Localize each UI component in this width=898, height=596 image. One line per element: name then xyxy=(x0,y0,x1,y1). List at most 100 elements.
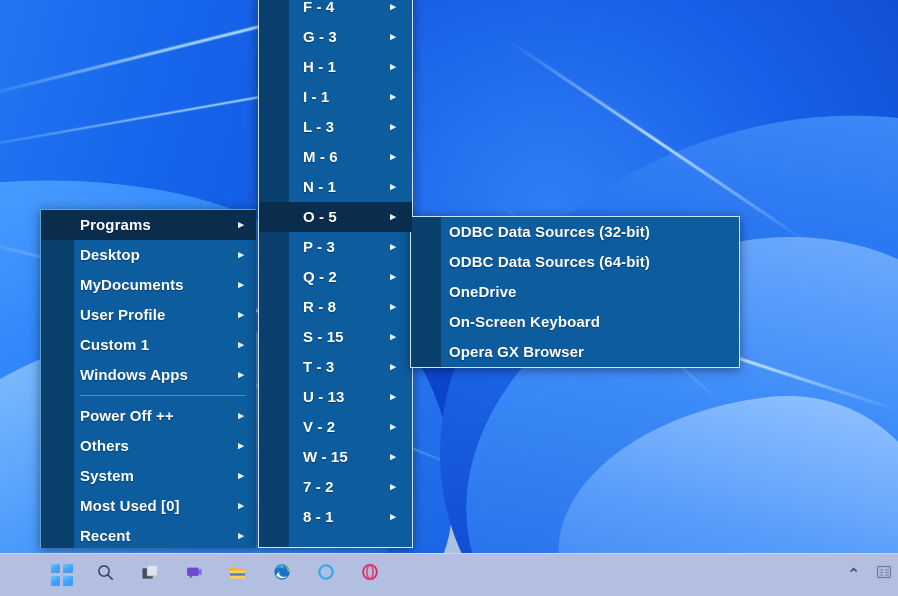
menu-item-opera-gx-browser[interactable]: Opera GX Browser xyxy=(411,337,739,367)
submenu-arrow-icon: ▸ xyxy=(390,330,396,343)
menu-item-t-3[interactable]: T - 3 ▸ xyxy=(259,352,412,382)
menu-item-v-2[interactable]: V - 2 ▸ xyxy=(259,412,412,442)
menu-item-s-15[interactable]: S - 15 ▸ xyxy=(259,322,412,352)
menu-item-label: Windows Apps xyxy=(80,366,189,384)
menu-item-o-5[interactable]: O - 5 ▸ xyxy=(259,202,412,232)
menu-item-desktop[interactable]: Desktop ▸ xyxy=(41,240,256,270)
menu-item-onedrive[interactable]: OneDrive xyxy=(411,277,739,307)
menu-item-odbc-data-sources-64-bit[interactable]: ODBC Data Sources (64-bit) xyxy=(411,247,739,277)
start-button[interactable] xyxy=(45,558,78,591)
menu-item-w-15[interactable]: W - 15 ▸ xyxy=(259,442,412,472)
menu-item-label: Recent xyxy=(80,527,131,545)
submenu-arrow-icon: ▸ xyxy=(238,529,244,542)
menu-item-label: T - 3 xyxy=(303,358,335,376)
submenu-arrow-icon: ▸ xyxy=(238,469,244,482)
menu-item-g-3[interactable]: G - 3 ▸ xyxy=(259,22,412,52)
menu-item-label: N - 1 xyxy=(303,178,337,196)
chat-button[interactable] xyxy=(177,558,210,591)
opera-gx-button[interactable] xyxy=(353,558,386,591)
menu-item-label: 7 - 2 xyxy=(303,478,334,496)
submenu-arrow-icon: ▸ xyxy=(238,368,244,381)
menu-item-label: P - 3 xyxy=(303,238,335,256)
windows-logo-icon xyxy=(50,563,73,586)
apps-submenu-items: ODBC Data Sources (32-bit) ODBC Data Sour… xyxy=(411,217,739,367)
menu-item-label: MyDocuments xyxy=(80,276,184,294)
menu-item-label: 8 - 1 xyxy=(303,508,334,526)
menu-item-h-1[interactable]: H - 1 ▸ xyxy=(259,52,412,82)
menu-item-label: G - 3 xyxy=(303,28,337,46)
submenu-arrow-icon: ▸ xyxy=(238,278,244,291)
menu-item-custom-1[interactable]: Custom 1 ▸ xyxy=(41,330,256,360)
submenu-arrow-icon: ▸ xyxy=(390,150,396,163)
menu-item-mydocuments[interactable]: MyDocuments ▸ xyxy=(41,270,256,300)
menu-item-label: U - 13 xyxy=(303,388,345,406)
menu-item-system[interactable]: System ▸ xyxy=(41,461,256,491)
submenu-arrow-icon: ▸ xyxy=(390,210,396,223)
system-tray: ⌃ xyxy=(841,563,892,586)
submenu-arrow-icon: ▸ xyxy=(238,308,244,321)
letter-menu-items: F - 4 ▸ G - 3 ▸ H - 1 ▸ I - 1 ▸ L - 3 ▸ M - 6 ▸ N - … xyxy=(259,0,412,532)
letter-o-apps-submenu[interactable]: ODBC Data Sources (32-bit) ODBC Data Sour… xyxy=(410,216,740,368)
taskbar: ⌃ xyxy=(0,553,898,596)
menu-item-label: F - 4 xyxy=(303,0,335,16)
menu-item-power-off[interactable]: Power Off ++ ▸ xyxy=(41,401,256,431)
tray-app-icon[interactable] xyxy=(876,564,892,585)
submenu-arrow-icon: ▸ xyxy=(238,218,244,231)
menu-item-n-1[interactable]: N - 1 ▸ xyxy=(259,172,412,202)
menu-item-label: V - 2 xyxy=(303,418,336,436)
submenu-arrow-icon: ▸ xyxy=(390,270,396,283)
menu-item-others[interactable]: Others ▸ xyxy=(41,431,256,461)
menu-item-odbc-data-sources-32-bit[interactable]: ODBC Data Sources (32-bit) xyxy=(411,217,739,247)
search-icon xyxy=(97,564,114,586)
menu-item-q-2[interactable]: Q - 2 ▸ xyxy=(259,262,412,292)
ring-app-button[interactable] xyxy=(309,558,342,591)
programs-letter-index-menu[interactable]: F - 4 ▸ G - 3 ▸ H - 1 ▸ I - 1 ▸ L - 3 ▸ M - 6 ▸ N - … xyxy=(258,0,413,548)
root-menu-items: Programs ▸ Desktop ▸ MyDocuments ▸ User Profil… xyxy=(41,210,256,551)
submenu-arrow-icon: ▸ xyxy=(390,120,396,133)
menu-item-label: OneDrive xyxy=(449,283,517,301)
taskbar-buttons xyxy=(45,558,386,591)
submenu-arrow-icon: ▸ xyxy=(390,30,396,43)
folder-icon xyxy=(229,564,246,586)
menu-item-recent[interactable]: Recent ▸ xyxy=(41,521,256,551)
menu-item-label: Others xyxy=(80,437,129,455)
menu-item-label: User Profile xyxy=(80,306,166,324)
opera-gx-icon xyxy=(361,563,379,586)
root-menu[interactable]: Programs ▸ Desktop ▸ MyDocuments ▸ User Profil… xyxy=(40,209,256,548)
menu-item-label: R - 8 xyxy=(303,298,337,316)
submenu-arrow-icon: ▸ xyxy=(390,240,396,253)
menu-item-programs[interactable]: Programs ▸ xyxy=(41,210,256,240)
menu-item-user-profile[interactable]: User Profile ▸ xyxy=(41,300,256,330)
task-view-icon xyxy=(141,564,158,586)
menu-item-7-2[interactable]: 7 - 2 ▸ xyxy=(259,472,412,502)
submenu-arrow-icon: ▸ xyxy=(390,300,396,313)
menu-separator xyxy=(80,395,246,396)
menu-item-m-6[interactable]: M - 6 ▸ xyxy=(259,142,412,172)
menu-item-i-1[interactable]: I - 1 ▸ xyxy=(259,82,412,112)
menu-item-label: S - 15 xyxy=(303,328,344,346)
menu-item-label: Desktop xyxy=(80,246,140,264)
menu-item-f-4[interactable]: F - 4 ▸ xyxy=(259,0,412,22)
file-explorer-button[interactable] xyxy=(221,558,254,591)
submenu-arrow-icon: ▸ xyxy=(390,60,396,73)
menu-item-l-3[interactable]: L - 3 ▸ xyxy=(259,112,412,142)
menu-item-8-1[interactable]: 8 - 1 ▸ xyxy=(259,502,412,532)
menu-item-most-used-0[interactable]: Most Used [0] ▸ xyxy=(41,491,256,521)
menu-item-p-3[interactable]: P - 3 ▸ xyxy=(259,232,412,262)
menu-item-label: ODBC Data Sources (64-bit) xyxy=(449,253,650,271)
submenu-arrow-icon: ▸ xyxy=(238,338,244,351)
menu-item-label: Power Off ++ xyxy=(80,407,174,425)
chat-camera-icon xyxy=(185,564,202,586)
menu-item-r-8[interactable]: R - 8 ▸ xyxy=(259,292,412,322)
menu-item-windows-apps[interactable]: Windows Apps ▸ xyxy=(41,360,256,390)
submenu-arrow-icon: ▸ xyxy=(390,180,396,193)
edge-browser-icon xyxy=(273,563,291,586)
task-view-button[interactable] xyxy=(133,558,166,591)
menu-item-u-13[interactable]: U - 13 ▸ xyxy=(259,382,412,412)
edge-button[interactable] xyxy=(265,558,298,591)
search-button[interactable] xyxy=(89,558,122,591)
menu-item-label: Custom 1 xyxy=(80,336,150,354)
submenu-arrow-icon: ▸ xyxy=(390,510,396,523)
chevron-up-icon[interactable]: ⌃ xyxy=(841,563,866,586)
menu-item-on-screen-keyboard[interactable]: On-Screen Keyboard xyxy=(411,307,739,337)
